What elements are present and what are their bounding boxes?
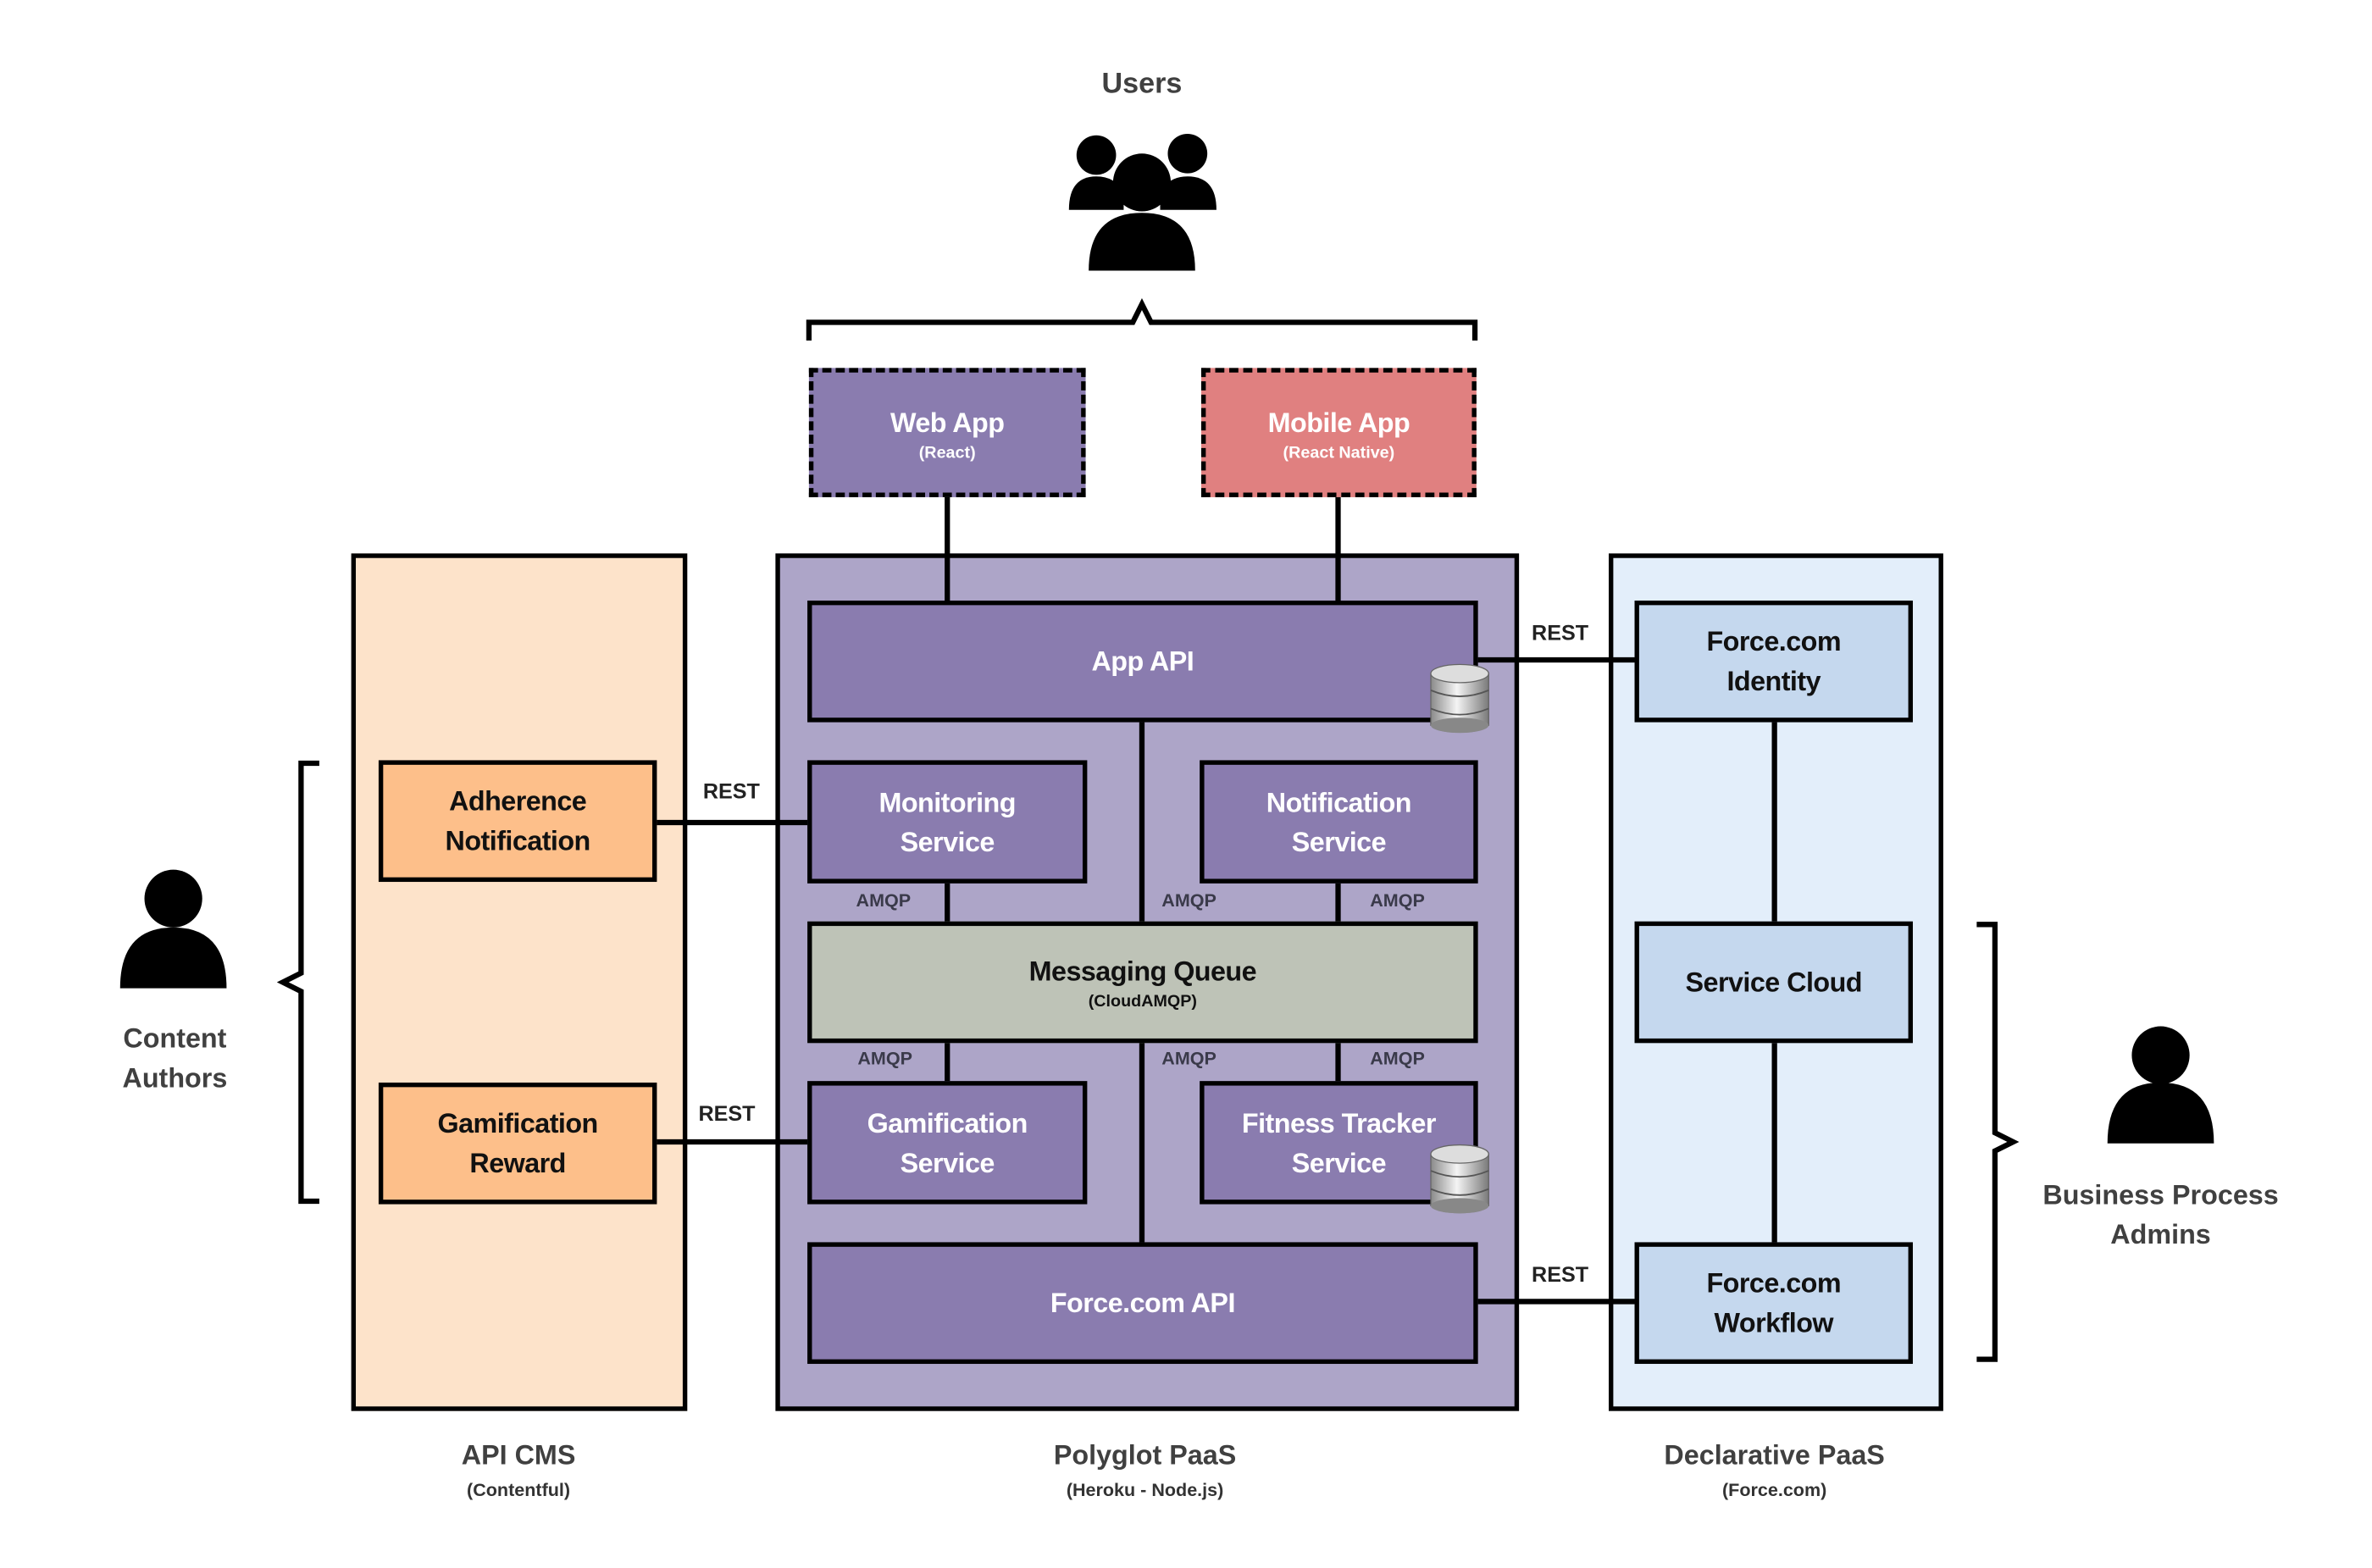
service-cloud-box: Service Cloud [1634,921,1913,1044]
rest-label-workflow: REST [1532,1261,1589,1287]
force-workflow-label: Force.com Workflow [1706,1267,1842,1338]
force-identity-label: Force.com Identity [1706,626,1842,697]
rest-label-identity: REST [1532,620,1589,645]
amqp-label: AMQP [1161,889,1216,911]
amqp-label: AMQP [1370,889,1425,911]
amqp-label: AMQP [856,889,912,911]
force-workflow-box: Force.com Workflow [1634,1242,1913,1365]
app-api-database-icon [1430,663,1489,734]
bp-admins-label: Business Process Admins [2042,1179,2279,1250]
amqp-label: AMQP [1370,1047,1425,1069]
declarative-paas-subtitle: (Force.com) [1722,1479,1827,1501]
polyglot-paas-subtitle: (Heroku - Node.js) [1066,1479,1224,1501]
force-identity-box: Force.com Identity [1634,600,1913,723]
api-cms-title: API CMS [461,1439,576,1471]
amqp-label: AMQP [857,1047,912,1069]
service-cloud-label: Service Cloud [1685,967,1863,998]
rest-label-adherence: REST [702,778,760,803]
architecture-diagram: Users Web App (React) Mobile App (React … [0,0,2372,1568]
rest-label-gamification: REST [698,1100,756,1126]
polyglot-paas-title: Polyglot PaaS [1053,1439,1237,1471]
content-authors-label: Content Authors [122,1022,228,1094]
fitness-database-icon [1430,1144,1489,1214]
database-overlays [1430,663,1489,1214]
declarative-paas-title: Declarative PaaS [1664,1439,1885,1471]
amqp-label: AMQP [1161,1047,1216,1069]
api-cms-subtitle: (Contentful) [467,1479,571,1501]
